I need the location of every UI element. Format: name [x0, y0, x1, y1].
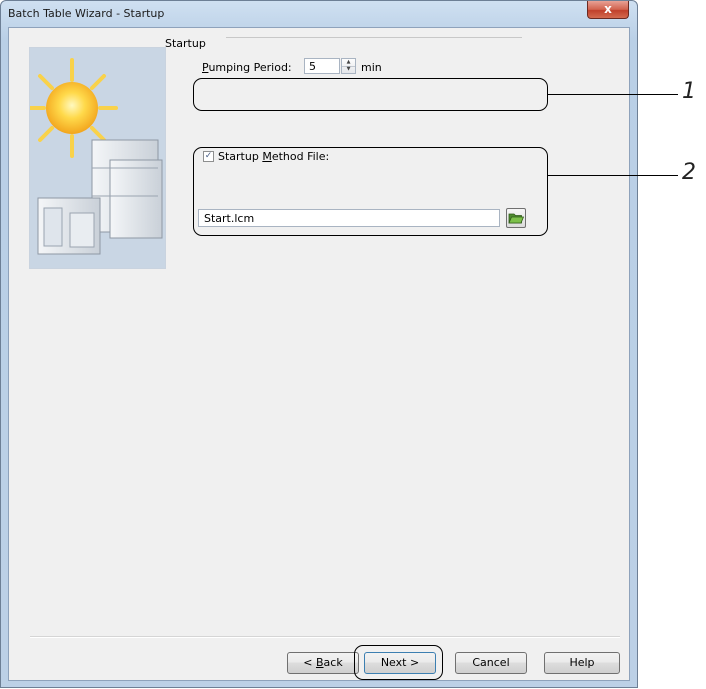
pumping-period-label: Pumping Period: — [202, 61, 292, 74]
window-title: Batch Table Wizard - Startup — [8, 7, 165, 20]
callout-box-2 — [193, 147, 548, 236]
group-divider — [226, 37, 522, 38]
title-bar[interactable]: Batch Table Wizard - Startup x — [1, 1, 637, 27]
close-button[interactable]: x — [587, 1, 629, 19]
callout-line-1 — [548, 94, 678, 95]
back-accel: B — [316, 656, 324, 669]
callout-number-2: 2 — [682, 160, 696, 185]
wizard-illustration — [29, 47, 166, 269]
back-button[interactable]: < Back — [287, 652, 359, 674]
close-icon: x — [604, 2, 612, 16]
spin-down-icon[interactable]: ▼ — [342, 66, 355, 73]
sun-and-instruments-image — [30, 48, 165, 268]
callout-number-1: 1 — [682, 79, 696, 104]
cancel-button[interactable]: Cancel — [455, 652, 527, 674]
callout-line-2 — [548, 175, 678, 176]
callout-box-1 — [193, 78, 548, 111]
back-label-pre: < — [303, 656, 316, 669]
back-label-post: ack — [323, 656, 343, 669]
pumping-period-label-text: umping Period: — [208, 61, 292, 74]
footer-separator — [30, 636, 620, 638]
pumping-period-unit: min — [361, 61, 382, 74]
callout-box-next — [354, 645, 443, 680]
pumping-period-input[interactable]: 5 — [304, 58, 340, 74]
pumping-period-spinner[interactable]: ▲ ▼ — [341, 58, 356, 74]
startup-group-label: Startup — [165, 37, 206, 50]
help-button[interactable]: Help — [544, 652, 620, 674]
